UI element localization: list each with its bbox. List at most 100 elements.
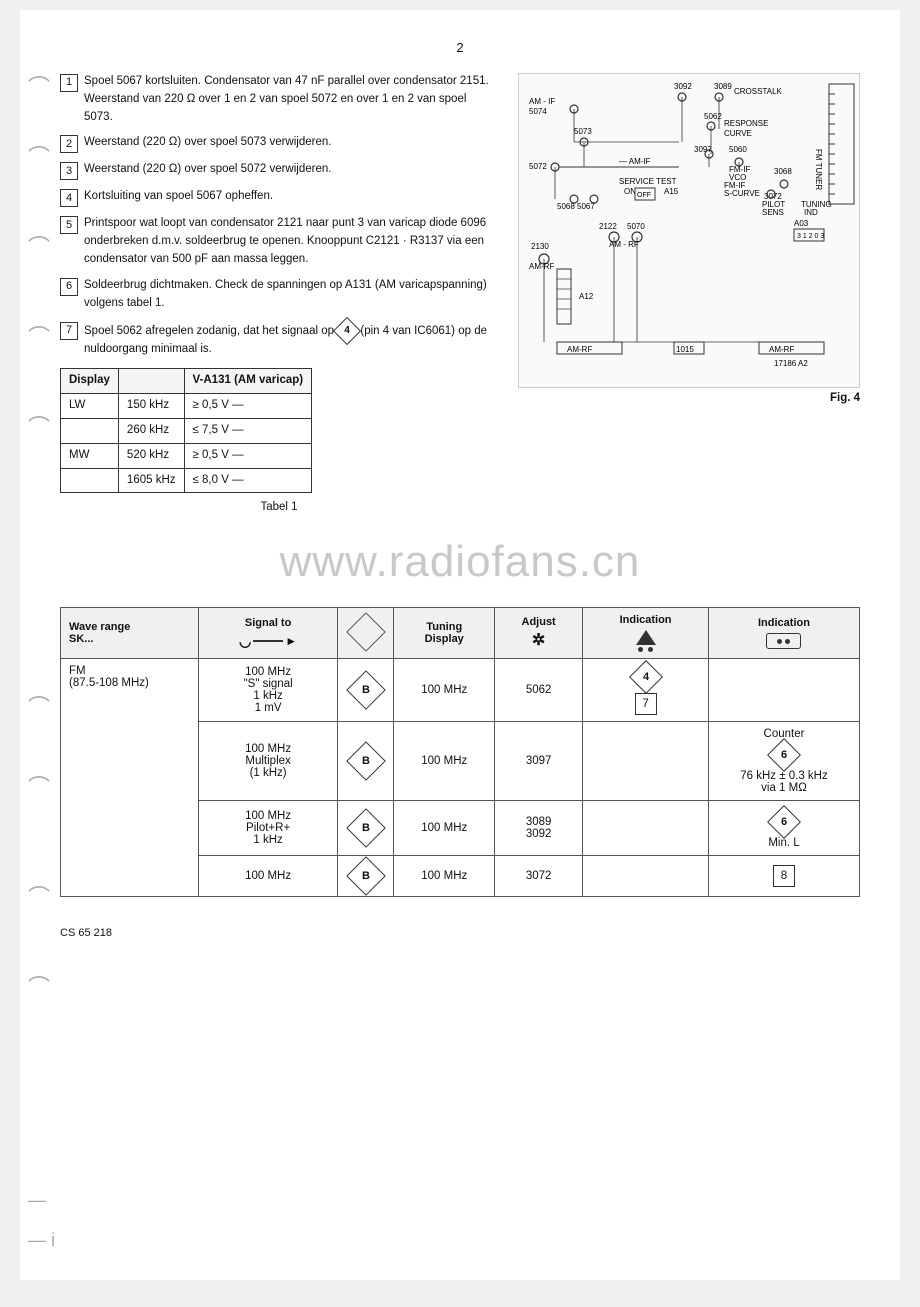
dot-right — [648, 647, 653, 652]
tabel-label: Tabel 1 — [60, 499, 498, 517]
cell-520khz: 520 kHz — [118, 443, 184, 468]
counter-6-diamond: 6 — [767, 738, 801, 772]
instr-text-4: Kortsluiting van spoel 5067 opheffen. — [84, 188, 498, 206]
cell-signal-fm-2: 100 MHzMultiplex(1 kHz) — [199, 722, 337, 801]
circle-4-diamond: 4 — [629, 660, 663, 694]
small-table-container: Display V-A131 (AM varicap) LW 150 kHz ≥… — [60, 368, 498, 493]
instr-text-3: Weerstand (220 Ω) over spoel 5072 verwij… — [84, 161, 498, 179]
instr-num-1: 1 — [60, 74, 78, 92]
cell-diamond-fm-4: B — [337, 856, 394, 897]
svg-text:SENS: SENS — [762, 208, 784, 217]
tuning-label: Tuning — [402, 621, 486, 633]
svg-text:CURVE: CURVE — [724, 129, 752, 138]
main-table: Wave range SK... Signal to ◡ ► Tuni — [60, 607, 860, 897]
cell-ind1-fm-4 — [583, 856, 709, 897]
col-tuning-display: Tuning Display — [394, 608, 495, 659]
margin-mark-3: ⌒ — [28, 230, 50, 262]
signal-source-icon: ◡ — [239, 633, 251, 650]
cell-mw-empty — [61, 468, 119, 493]
margin-mark-9: ⌒ — [28, 970, 50, 1002]
circle-4-label: 4 — [643, 671, 649, 683]
square-7-icon: 7 — [635, 693, 657, 715]
cell-diamond-fm-1: B — [337, 659, 394, 722]
margin-mark-2: ⌒ — [28, 140, 50, 172]
svg-text:OFF: OFF — [637, 192, 651, 199]
b-diamond-2: B — [346, 741, 386, 781]
svg-text:5072: 5072 — [529, 162, 547, 171]
instr-text-6: Soldeerbrug dichtmaken. Check de spannin… — [84, 277, 498, 313]
cell-adjust-fm-2: 3097 — [495, 722, 583, 801]
circuit-diagram-container: AM - IF 5074 3092 3089 CROSSTALK FM TUNE… — [518, 73, 860, 517]
col-wave-range: Wave range SK... — [61, 608, 199, 659]
b-letter-1: B — [362, 684, 370, 696]
counter-display-icon — [766, 633, 801, 649]
cell-tuning-fm-1: 100 MHz — [394, 659, 495, 722]
instr-text-2: Weerstand (220 Ω) over spoel 5073 verwij… — [84, 134, 498, 152]
svg-text:A15: A15 — [664, 187, 679, 196]
svg-text:5073: 5073 — [574, 127, 592, 136]
top-section: 1 Spoel 5067 kortsluiten. Condensator va… — [60, 73, 860, 517]
wave-range-label: Wave range — [69, 621, 190, 633]
instr-num-3: 3 — [60, 162, 78, 180]
dot-left — [638, 647, 643, 652]
cell-ind1-fm-2 — [583, 722, 709, 801]
b-diamond-1: B — [346, 670, 386, 710]
margin-mark-6: ⌒ — [28, 690, 50, 722]
svg-text:5062: 5062 — [704, 112, 722, 121]
cell-ind2-fm-1 — [708, 659, 859, 722]
b-letter-2: B — [362, 755, 370, 767]
svg-text:S-CURVE: S-CURVE — [724, 189, 760, 198]
varicap-table: Display V-A131 (AM varicap) LW 150 kHz ≥… — [60, 368, 312, 493]
cell-mw-1605: ≤ 8,0 V — — [184, 468, 312, 493]
diamond-col-icon — [346, 612, 386, 652]
footer-label: CS 65 218 — [60, 927, 860, 939]
margin-mark-11: — i — [28, 1230, 55, 1251]
square-8-icon: 8 — [773, 865, 795, 887]
cell-adjust-fm-4: 3072 — [495, 856, 583, 897]
col-empty — [118, 369, 184, 394]
svg-text:RESPONSE: RESPONSE — [724, 119, 768, 128]
cell-wave-range-fm: FM(87.5-108 MHz) — [61, 659, 199, 897]
display-label: Display — [402, 633, 486, 645]
cell-ind1-fm-1: 4 7 — [583, 659, 709, 722]
svg-text:AM-RF: AM-RF — [769, 345, 794, 354]
cell-lw-empty — [61, 418, 119, 443]
adjust-label: Adjust — [503, 616, 574, 628]
triangle-up-icon — [636, 630, 656, 645]
cell-signal-fm-3: 100 MHzPilot+R+1 kHz — [199, 801, 337, 856]
margin-mark-7: ⌒ — [28, 770, 50, 802]
svg-text:2122: 2122 — [599, 222, 617, 231]
b-letter-3: B — [362, 822, 370, 834]
svg-text:IND: IND — [804, 208, 818, 217]
page: ⌒ ⌒ ⌒ ⌒ ⌒ ⌒ ⌒ ⌒ ⌒ — — i 2 1 Spoel 5067 k… — [20, 10, 900, 1280]
dots-indicator — [638, 647, 653, 652]
svg-text:CROSSTALK: CROSSTALK — [734, 87, 783, 96]
cell-tuning-fm-4: 100 MHz — [394, 856, 495, 897]
instr-num-5: 5 — [60, 216, 78, 234]
instr-num-6: 6 — [60, 278, 78, 296]
circuit-area: AM - IF 5074 3092 3089 CROSSTALK FM TUNE… — [518, 73, 860, 388]
b-diamond-3: B — [346, 808, 386, 848]
square-8-label: 8 — [781, 870, 787, 882]
instruction-4: 4 Kortsluiting van spoel 5067 opheffen. — [60, 188, 498, 207]
instruction-7: 7 Spoel 5062 afregelen zodanig, dat het … — [60, 321, 498, 359]
svg-text:3 1 2 0 3: 3 1 2 0 3 — [797, 233, 824, 240]
signal-arrow-line — [253, 640, 283, 642]
svg-text:17186 A2: 17186 A2 — [774, 359, 808, 368]
svg-text:AM-RF: AM-RF — [529, 262, 554, 271]
adjust-icon: ✲ — [532, 630, 545, 650]
cell-lw: LW — [61, 394, 119, 419]
col-adjust: Adjust ✲ — [495, 608, 583, 659]
svg-text:ON: ON — [624, 187, 636, 196]
svg-text:FM TUNER: FM TUNER — [814, 149, 823, 190]
col-display: Display — [61, 369, 119, 394]
instruction-6: 6 Soldeerbrug dichtmaken. Check de spann… — [60, 277, 498, 313]
svg-text:1015: 1015 — [676, 345, 694, 354]
table-header-row: Wave range SK... Signal to ◡ ► Tuni — [61, 608, 860, 659]
counter-6-label: 6 — [781, 749, 787, 761]
svg-text:A12: A12 — [579, 292, 594, 301]
instruction-3: 3 Weerstand (220 Ω) over spoel 5072 verw… — [60, 161, 498, 180]
margin-mark-5: ⌒ — [28, 410, 50, 442]
cell-tuning-fm-2: 100 MHz — [394, 722, 495, 801]
instr-num-2: 2 — [60, 135, 78, 153]
